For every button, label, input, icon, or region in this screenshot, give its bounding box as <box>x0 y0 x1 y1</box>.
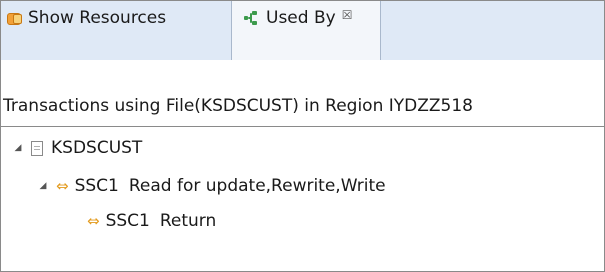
tree-item-label: KSDSCUST <box>51 138 143 158</box>
tab-label: Show Resources <box>28 7 167 28</box>
used-by-icon <box>244 11 260 25</box>
used-by-view: Show Resources Used By ☒ Transactions us… <box>0 0 605 272</box>
expanded-twisty-icon[interactable]: ◢ <box>38 181 48 191</box>
transaction-operations: Return <box>159 211 217 231</box>
view-description: Transactions using File(KSDSCUST) in Reg… <box>3 96 473 116</box>
expanded-twisty-icon[interactable]: ◢ <box>13 143 23 153</box>
transaction-id: SSC1 <box>74 176 119 196</box>
tab-strip: Show Resources Used By ☒ <box>1 1 604 60</box>
tab-label: Used By <box>266 8 336 28</box>
tab-used-by[interactable]: Used By ☒ <box>231 1 381 60</box>
transaction-operations: Read for update,Rewrite,Write <box>128 176 386 196</box>
transaction-icon: ⇔ <box>56 177 69 195</box>
transaction-icon: ⇔ <box>87 212 100 230</box>
transaction-id: SSC1 <box>105 211 150 231</box>
tree-item-transaction[interactable]: ⇔ SSC1 Return <box>87 209 216 233</box>
close-icon[interactable]: ☒ <box>342 8 353 22</box>
file-icon <box>31 140 43 156</box>
show-resources-icon <box>7 12 22 25</box>
divider <box>1 126 604 127</box>
tab-show-resources[interactable]: Show Resources <box>7 1 229 34</box>
tree-item-transaction[interactable]: ◢ ⇔ SSC1 Read for update,Rewrite,Write <box>38 174 386 198</box>
tree-item-ksdscust[interactable]: ◢ KSDSCUST <box>13 136 143 160</box>
